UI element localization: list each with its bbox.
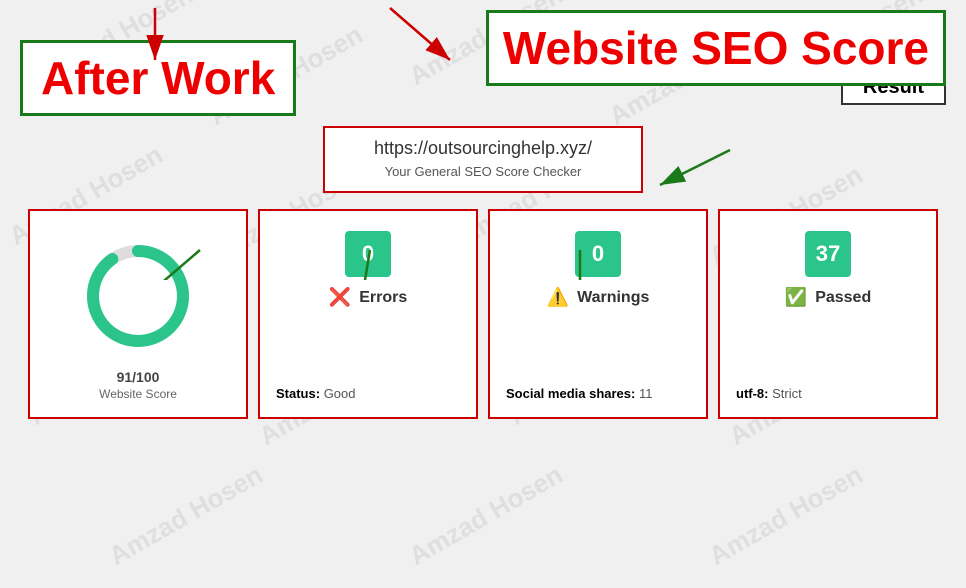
score-card: 91/100 Website Score bbox=[28, 209, 248, 419]
seo-score-title-box: Website SEO Score bbox=[486, 10, 946, 86]
errors-icon-row: ❌ Errors bbox=[329, 287, 407, 308]
warnings-badge: 0 bbox=[575, 231, 621, 277]
warnings-status-label: Social media shares: bbox=[506, 386, 635, 401]
passed-status: utf-8: Strict bbox=[736, 378, 920, 401]
warnings-status-value: 11 bbox=[639, 386, 653, 401]
main-content: After Work Result Website SEO Score http… bbox=[0, 0, 966, 429]
warnings-label: Warnings bbox=[577, 289, 649, 307]
passed-card: 37 ✅ Passed utf-8: Strict bbox=[718, 209, 938, 419]
warnings-status: Social media shares: 11 bbox=[506, 378, 690, 401]
warnings-icon-row: ⚠️ Warnings bbox=[547, 287, 650, 308]
url-section: https://outsourcinghelp.xyz/ Your Genera… bbox=[20, 126, 946, 193]
passed-badge: 37 bbox=[805, 231, 851, 277]
warnings-card: 0 ⚠️ Warnings Social media shares: 11 bbox=[488, 209, 708, 419]
score-circle bbox=[83, 241, 193, 351]
cards-row: 91/100 Website Score 0 ❌ Errors Status: … bbox=[20, 209, 946, 419]
errors-label: Errors bbox=[359, 289, 407, 307]
passed-status-label: utf-8: bbox=[736, 386, 769, 401]
passed-label: Passed bbox=[815, 289, 871, 307]
seo-score-label: Website SEO Score bbox=[503, 22, 929, 74]
passed-status-value: Strict bbox=[772, 386, 802, 401]
pass-icon: ✅ bbox=[785, 287, 807, 308]
errors-status-value: Good bbox=[324, 386, 356, 401]
errors-status-label: Status: bbox=[276, 386, 320, 401]
url-text: https://outsourcinghelp.xyz/ bbox=[355, 138, 611, 159]
score-label: Website Score bbox=[99, 387, 177, 401]
error-icon: ❌ bbox=[329, 287, 351, 308]
score-value: 91/100 bbox=[117, 369, 160, 385]
url-subtitle: Your General SEO Score Checker bbox=[385, 164, 582, 179]
errors-card: 0 ❌ Errors Status: Good bbox=[258, 209, 478, 419]
url-box: https://outsourcinghelp.xyz/ Your Genera… bbox=[323, 126, 643, 193]
after-work-box: After Work bbox=[20, 40, 296, 116]
passed-icon-row: ✅ Passed bbox=[785, 287, 871, 308]
errors-badge: 0 bbox=[345, 231, 391, 277]
top-section: After Work Result Website SEO Score bbox=[20, 10, 946, 116]
after-work-label: After Work bbox=[41, 52, 275, 104]
warning-icon: ⚠️ bbox=[547, 287, 569, 308]
errors-status: Status: Good bbox=[276, 378, 460, 401]
